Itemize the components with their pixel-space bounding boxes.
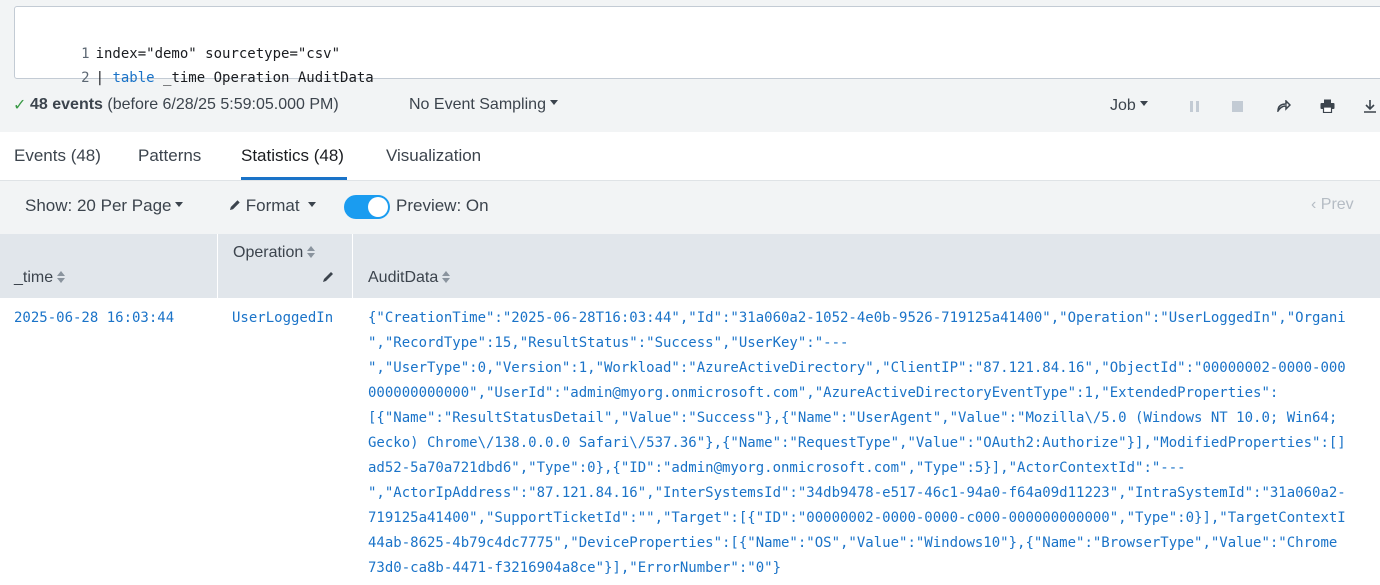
audit-line: Gecko) Chrome\/138.0.0.0 Safari\/537.36"… — [368, 435, 1346, 451]
table-body: 2025-06-28 16:03:44 UserLoggedIn {"Creat… — [0, 298, 1380, 585]
toggle-knob — [368, 197, 388, 217]
column-header-time[interactable]: _time — [0, 234, 217, 298]
audit-line: ad52-5a70a721dbd6","Type":0},{"ID":"admi… — [368, 460, 1186, 476]
search-editor[interactable]: 1 index="demo" sourcetype="csv" 2 | table … — [14, 6, 1380, 86]
format-dropdown[interactable]: Format — [229, 196, 316, 216]
sort-icon[interactable] — [442, 270, 451, 283]
table-controls: Show: 20 Per Page Format Preview: On ‹ P… — [0, 181, 1380, 234]
cell-operation[interactable]: UserLoggedIn — [232, 310, 333, 326]
cell-time[interactable]: 2025-06-28 16:03:44 — [14, 310, 174, 326]
column-header-auditdata[interactable]: AuditData — [353, 234, 1380, 298]
search-bar-area: 1 index="demo" sourcetype="csv" 2 | table … — [0, 0, 1380, 132]
audit-line: ","RecordType":15,"ResultStatus":"Succes… — [368, 335, 849, 351]
tab-visualization[interactable]: Visualization — [386, 146, 481, 166]
audit-line: 73d0-ca8b-4471-f3216904a8ce"}],"ErrorNum… — [368, 560, 782, 576]
preview-toggle[interactable] — [344, 195, 390, 219]
chevron-left-icon: ‹ — [1311, 196, 1317, 213]
event-sampling-dropdown[interactable]: No Event Sampling — [409, 96, 558, 114]
job-status-row: ✓ 48 events (before 6/28/25 5:59:05.000 … — [0, 86, 1380, 124]
preview-label: Preview: On — [396, 196, 489, 215]
share-icon[interactable] — [1275, 97, 1293, 115]
chevron-down-icon — [549, 100, 558, 106]
export-icon[interactable] — [1361, 97, 1379, 115]
command-args: _time Operation AuditData — [154, 70, 374, 86]
cell-auditdata[interactable]: {"CreationTime":"2025-06-28T16:03:44","I… — [368, 306, 1380, 581]
audit-line: ","ActorIpAddress":"87.121.84.16","Inter… — [368, 485, 1346, 501]
audit-line: 719125a41400","SupportTicketId":"","Targ… — [368, 510, 1346, 526]
audit-line: {"CreationTime":"2025-06-28T16:03:44","I… — [368, 310, 1346, 326]
audit-line: ","UserType":0,"Version":1,"Workload":"A… — [368, 360, 1346, 376]
event-count: 48 events (before 6/28/25 5:59:05.000 PM… — [30, 96, 339, 113]
prev-page-button[interactable]: ‹ Prev — [1311, 196, 1354, 214]
chevron-down-icon — [1139, 101, 1148, 107]
job-menu-button[interactable]: Job — [1110, 97, 1148, 115]
editor-line-2: 2 | table _time Operation AuditData — [15, 42, 374, 86]
per-page-dropdown[interactable]: Show: 20 Per Page — [25, 196, 184, 216]
audit-line: 000000000000","UserId":"admin@myorg.onmi… — [368, 385, 1279, 401]
command-keyword: table — [112, 70, 155, 86]
audit-line: 44ab-8625-4b79c4dc7775","DevicePropertie… — [368, 535, 1338, 551]
tab-patterns[interactable]: Patterns — [138, 146, 201, 166]
pause-icon[interactable] — [1185, 97, 1203, 115]
column-header-operation[interactable]: Operation — [218, 234, 352, 298]
sort-icon[interactable] — [57, 270, 66, 283]
chevron-down-icon — [307, 202, 316, 208]
tab-events[interactable]: Events (48) — [14, 146, 101, 166]
pencil-icon[interactable] — [321, 270, 335, 284]
active-tab-indicator — [241, 177, 347, 180]
audit-line: [{"Name":"ResultStatusDetail","Value":"S… — [368, 410, 1338, 426]
sort-icon[interactable] — [307, 245, 316, 258]
pipe-char: | — [95, 70, 113, 86]
check-icon: ✓ — [13, 97, 27, 114]
editor-line-1: 1 index="demo" sourcetype="csv" — [15, 18, 340, 62]
pencil-icon — [230, 199, 240, 210]
tab-statistics[interactable]: Statistics (48) — [241, 146, 344, 166]
chevron-down-icon — [175, 202, 184, 208]
stop-icon[interactable] — [1228, 97, 1246, 115]
print-icon[interactable] — [1318, 97, 1336, 115]
table-header: _time Operation AuditData — [0, 234, 1380, 298]
results-tabs: Events (48) Patterns Statistics (48) Vis… — [0, 132, 1380, 181]
